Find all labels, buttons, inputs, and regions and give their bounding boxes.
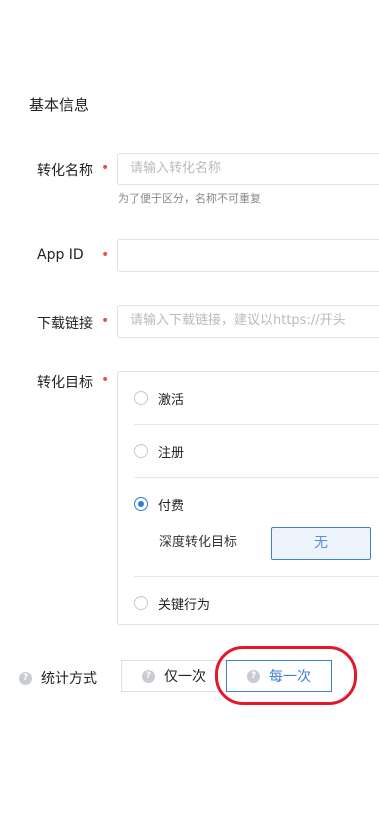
- download-link-input[interactable]: 请输入下载链接，建议以https://开头: [117, 305, 379, 338]
- statistics-label: 统计方式: [41, 671, 97, 687]
- conversion-goal-label: 转化目标: [37, 375, 93, 391]
- download-link-placeholder: 请输入下载链接，建议以https://开头: [130, 313, 346, 328]
- goal-option-label: 付费: [158, 498, 185, 514]
- radio-icon: [134, 444, 148, 458]
- goal-option-activate[interactable]: 激活: [134, 388, 184, 408]
- deep-goal-label: 深度转化目标: [159, 535, 238, 550]
- help-icon: ?: [247, 669, 260, 683]
- help-icon[interactable]: ?: [19, 671, 32, 685]
- statistics-label-group: ? 统计方式: [19, 668, 97, 688]
- required-mark: •: [101, 372, 110, 388]
- download-link-label: 下载链接: [37, 316, 93, 332]
- required-mark: •: [101, 313, 110, 329]
- goal-option-pay[interactable]: 付费: [134, 494, 184, 514]
- divider: [134, 477, 379, 478]
- conversion-name-hint: 为了便于区分，名称不可重复: [118, 192, 261, 205]
- required-mark: •: [101, 247, 110, 263]
- statistics-each-button[interactable]: ? 每一次: [226, 660, 332, 692]
- required-mark: •: [101, 160, 110, 176]
- divider: [134, 424, 379, 425]
- goal-option-key-action[interactable]: 关键行为: [134, 593, 210, 613]
- conversion-goal-group: 激活 注册 付费 深度转化目标 无 关键行为: [117, 371, 379, 625]
- radio-selected-icon: [134, 497, 148, 511]
- radio-icon: [134, 596, 148, 610]
- deep-goal-button[interactable]: 无: [271, 527, 371, 560]
- statistics-once-label: 仅一次: [164, 669, 206, 685]
- goal-option-label: 注册: [158, 445, 185, 461]
- statistics-once-button[interactable]: ? 仅一次: [121, 660, 227, 692]
- goal-option-label: 激活: [158, 392, 185, 408]
- section-title: 基本信息: [29, 96, 90, 114]
- statistics-each-label: 每一次: [269, 669, 311, 685]
- goal-option-register[interactable]: 注册: [134, 441, 184, 461]
- radio-icon: [134, 391, 148, 405]
- app-id-label: App ID: [37, 247, 84, 263]
- conversion-name-label: 转化名称: [37, 163, 93, 179]
- conversion-name-placeholder: 请输入转化名称: [130, 161, 222, 176]
- divider: [134, 576, 379, 577]
- goal-option-label: 关键行为: [158, 597, 211, 613]
- help-icon: ?: [142, 669, 155, 683]
- app-id-input[interactable]: [117, 239, 379, 272]
- conversion-name-input[interactable]: 请输入转化名称: [117, 153, 379, 185]
